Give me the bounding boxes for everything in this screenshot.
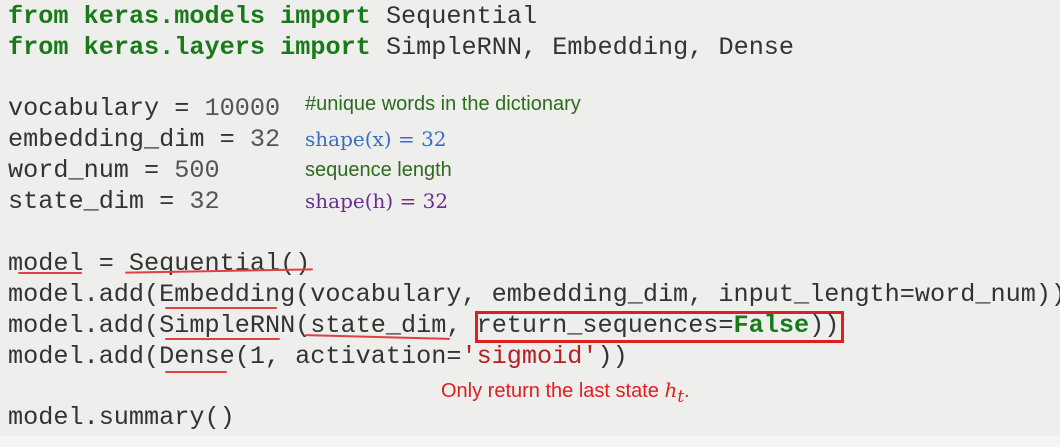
assign-embedding-dim: embedding_dim = 32 [8, 125, 280, 155]
import-line-2: from keras.layers import SimpleRNN, Embe… [8, 33, 794, 63]
note-end: . [684, 380, 690, 402]
var-name: embedding_dim [8, 125, 205, 154]
code-text: model.add(SimpleRNN(state_dim, [8, 311, 477, 340]
import-names: SimpleRNN, Embedding, Dense [385, 33, 795, 62]
var-value: 10000 [204, 94, 281, 123]
operator: = [128, 156, 175, 185]
comment-vocabulary: #unique words in the dictionary [305, 93, 581, 115]
var-value: 32 [189, 187, 220, 216]
note-math: h [664, 378, 678, 402]
annotation-underline [18, 272, 82, 274]
var-value: 32 [249, 125, 281, 154]
var-name: vocabulary [8, 94, 160, 123]
var-name: state_dim [8, 187, 145, 216]
operator: = [204, 125, 250, 154]
keyword: from [8, 33, 69, 62]
string-literal: 'sigmoid' [461, 342, 598, 371]
annotation-underline [165, 338, 280, 340]
operator: = [144, 187, 190, 216]
annotation-underline [165, 371, 227, 373]
comment-word-num: sequence length [305, 159, 452, 181]
assign-word-num: word_num = 500 [8, 156, 220, 186]
comment-embedding-dim: shape(x) = 32 [305, 127, 447, 151]
model-line-1: model = Sequential() [8, 249, 311, 278]
comment-state-dim: shape(h) = 32 [305, 189, 449, 213]
assign-vocabulary: vocabulary = 10000 [8, 94, 280, 124]
keyword: from [8, 2, 69, 31]
var-value: 500 [174, 156, 220, 185]
import-names: Sequential [385, 2, 538, 31]
var-name: word_num [8, 156, 129, 185]
code-text: )) [597, 342, 628, 371]
annotation-underline [165, 307, 277, 309]
import-line-1: from keras.models import Sequential [8, 2, 537, 32]
operator: = [159, 94, 205, 123]
code-panel: from keras.models import Sequential from… [0, 0, 1060, 436]
assign-state-dim: state_dim = 32 [8, 187, 220, 217]
model-line-2: model.add(Embedding(vocabulary, embeddin… [8, 280, 1060, 309]
keyword: import [280, 2, 371, 31]
code-text: model.add(Dense(1, activation= [8, 342, 462, 371]
module-name: keras.models [83, 2, 265, 31]
module-name: keras.layers [83, 33, 265, 62]
annotation-note: Only return the last state ht. [441, 378, 690, 407]
model-line-4: model.add(Dense(1, activation='sigmoid')… [8, 342, 628, 372]
note-text: Only return the last state [441, 380, 665, 402]
keyword: import [280, 33, 371, 62]
model-line-5: model.summary() [8, 403, 235, 432]
highlight-box [475, 311, 844, 343]
